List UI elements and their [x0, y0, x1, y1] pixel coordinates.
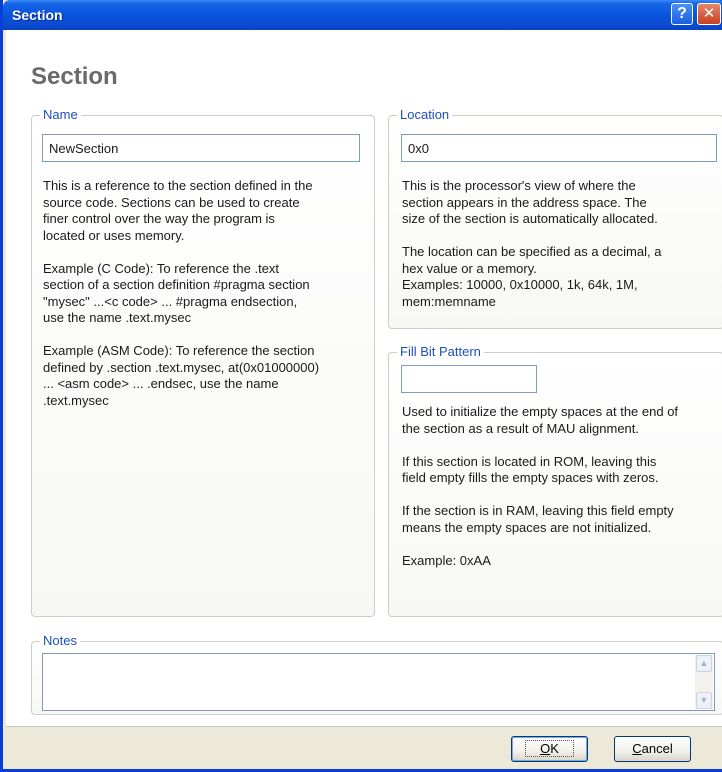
dialog-content: Section Name This is a reference to the …: [6, 30, 722, 726]
scroll-down-icon[interactable]: ▼: [696, 692, 712, 709]
location-description: This is the processor's view of where th…: [402, 178, 662, 309]
location-group: Location This is the processor's view of…: [388, 107, 722, 329]
scroll-up-icon[interactable]: ▲: [696, 655, 712, 672]
name-legend: Name: [40, 107, 81, 123]
notes-textarea[interactable]: ▲ ▼: [42, 653, 715, 711]
cancel-button-label: Cancel: [632, 741, 673, 756]
title-bar[interactable]: Section ? ✕: [3, 0, 722, 30]
fill-bit-pattern-input[interactable]: [401, 365, 537, 393]
ok-button-label: OK: [525, 740, 574, 757]
fill-bit-pattern-legend: Fill Bit Pattern: [397, 344, 484, 360]
name-description: This is a reference to the section defin…: [43, 178, 320, 408]
notes-group: Notes ▲ ▼: [31, 633, 722, 715]
notes-scrollbar[interactable]: ▲ ▼: [695, 655, 713, 709]
cancel-button[interactable]: Cancel: [614, 736, 691, 762]
ok-button[interactable]: OK: [511, 736, 588, 762]
location-legend: Location: [397, 107, 453, 123]
fill-bit-pattern-group: Fill Bit Pattern Used to initialize the …: [388, 344, 722, 617]
name-input[interactable]: [42, 134, 360, 162]
window-title: Section: [12, 7, 63, 23]
button-bar: OK Cancel: [6, 726, 722, 769]
help-icon[interactable]: ?: [671, 3, 693, 25]
location-input[interactable]: [401, 134, 717, 162]
dialog-window: Section ? ✕ Section Name This is a refer…: [0, 0, 722, 772]
notes-legend: Notes: [40, 633, 80, 649]
fill-bit-pattern-description: Used to initialize the empty spaces at t…: [402, 404, 679, 568]
close-icon[interactable]: ✕: [697, 3, 721, 25]
name-group: Name This is a reference to the section …: [31, 107, 375, 617]
page-heading: Section: [31, 63, 118, 90]
